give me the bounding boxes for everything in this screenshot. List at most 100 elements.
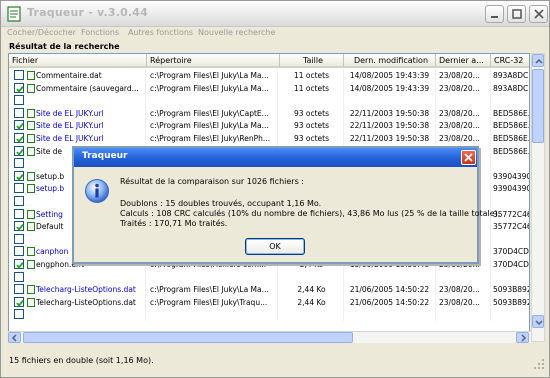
menu-autres-fonctions[interactable]: Autres fonctions [128, 28, 193, 37]
cell-modification: 14/08/2005 19:43:39 [344, 69, 436, 82]
info-icon [85, 179, 109, 203]
cell-crc32: 5093B892... [493, 283, 529, 296]
minimize-button[interactable] [485, 5, 504, 23]
cell-dernier-acces: 23/08/20... [439, 81, 491, 95]
scroll-right-button[interactable] [516, 332, 529, 343]
row-checkbox[interactable] [14, 120, 24, 131]
row-checkbox[interactable] [14, 133, 24, 143]
row-checkbox[interactable] [14, 145, 24, 156]
column-header-fichier[interactable]: Fichier [9, 54, 147, 68]
checkmark-icon [16, 135, 24, 143]
row-checkbox[interactable] [14, 95, 24, 106]
column-header-taille[interactable]: Taille [280, 54, 344, 68]
horizontal-scrollbar[interactable] [8, 331, 531, 343]
row-checkbox[interactable] [14, 70, 24, 80]
checkmark-icon [16, 173, 24, 181]
dialog-duplicates-text: Doublons : 15 doubles trouvés, occupant … [120, 199, 322, 208]
menu-nouvelle-recherche[interactable]: Nouvelle recherche [198, 28, 275, 37]
vertical-scrollbar[interactable] [531, 53, 545, 342]
file-icon [27, 209, 35, 219]
table-row[interactable]: Telecharg-ListeOptions.dat c:\Program Fil… [9, 295, 529, 309]
cell-modification [344, 94, 436, 108]
close-button[interactable] [529, 5, 548, 23]
cell-dernier-acces [439, 94, 491, 108]
table-row[interactable]: Site de EL JUKY.url c:\Program Files\El J… [9, 132, 530, 145]
cell-modification: 21/06/2005 14:50:22 [344, 283, 436, 297]
cell-repertoire: c:\Program Files\El Juky\RenPh... [150, 132, 278, 145]
row-checkbox[interactable] [14, 170, 24, 181]
cell-fichier: Site de EL JUKY.url [36, 132, 146, 145]
file-icon [27, 83, 35, 93]
cell-modification: 14/08/2005 19:43:39 [344, 81, 436, 95]
cell-crc32: 35772C46... [493, 220, 529, 233]
cell-taille: 11 octets [280, 81, 344, 95]
scroll-up-button[interactable] [532, 54, 544, 67]
cell-fichier: Commentaire.dat [36, 69, 146, 82]
table-row[interactable]: Commentaire (sauvegard... c:\Program File… [9, 81, 529, 95]
cell-crc32: BED586E... [493, 146, 530, 156]
row-checkbox[interactable] [14, 221, 24, 232]
checkmark-icon [16, 123, 24, 131]
table-row[interactable] [9, 308, 529, 322]
cell-crc32: BED586E... [493, 134, 530, 143]
row-checkbox[interactable] [14, 208, 24, 219]
resize-grip-icon[interactable] [532, 357, 546, 371]
file-icon [27, 247, 35, 257]
row-checkbox[interactable] [14, 284, 24, 295]
file-icon [27, 146, 35, 156]
column-header-dernier-acces[interactable]: Dernier a... [436, 54, 491, 68]
column-header-repertoire[interactable]: Répertoire [147, 54, 280, 68]
cell-repertoire: c:\Program Files\El Juky\Traqu... [150, 295, 278, 309]
column-header-crc32[interactable]: CRC-32 [491, 54, 529, 68]
cell-repertoire [150, 270, 278, 284]
main-window: Traqueur - v.3.0.44 Cocher/Décocher Fonc… [0, 0, 550, 378]
row-checkbox[interactable] [14, 196, 24, 206]
scroll-thumb[interactable] [532, 69, 544, 143]
scroll-left-button[interactable] [8, 332, 21, 343]
cell-taille: 2,44 Ko [280, 295, 344, 309]
cell-crc32: 9390439C... [493, 170, 529, 183]
cell-repertoire: c:\Program Files\El Juky\La Ma... [150, 119, 278, 133]
ok-button[interactable]: OK [245, 238, 305, 255]
table-row[interactable]: Telecharg-ListeOptions.dat c:\Program Fil… [9, 283, 529, 297]
cell-dernier-acces: 23/08/20... [439, 119, 491, 133]
horizontal-scroll-thumb[interactable] [23, 332, 353, 343]
column-header-modification[interactable]: Dern. modification [344, 54, 436, 68]
row-checkbox[interactable] [14, 82, 24, 93]
table-row[interactable]: Commentaire.dat c:\Program Files\El Juky\… [9, 69, 529, 82]
row-checkbox[interactable] [14, 183, 24, 194]
table-row[interactable]: Site de EL JUKY.url c:\Program Files\El J… [9, 119, 529, 133]
row-checkbox[interactable] [14, 259, 24, 269]
dialog-close-button[interactable] [461, 150, 476, 165]
row-checkbox[interactable] [14, 158, 24, 169]
cell-taille [280, 94, 344, 108]
maximize-button[interactable] [507, 5, 526, 23]
dialog-title-bar[interactable]: Traqueur [74, 148, 477, 167]
row-checkbox[interactable] [14, 309, 24, 320]
dialog-traites-text: Traités : 170,71 Mo traités. [120, 219, 228, 228]
table-row[interactable] [9, 94, 529, 108]
row-checkbox[interactable] [14, 233, 24, 244]
cell-dernier-acces [439, 270, 491, 284]
cell-crc32 [493, 308, 529, 321]
table-row[interactable] [9, 270, 529, 284]
table-row[interactable]: Site de EL JUKY.url c:\Program Files\El J… [9, 106, 529, 120]
cell-repertoire: c:\Program Files\El Juky\CaptE... [150, 106, 278, 120]
row-checkbox[interactable] [14, 296, 24, 307]
chevron-up-icon [535, 58, 543, 64]
cell-fichier: Telecharg-ListeOptions.dat [36, 283, 146, 297]
cell-dernier-acces: 23/08/20... [439, 295, 491, 309]
row-checkbox[interactable] [14, 271, 24, 282]
cell-taille: 93 octets [280, 106, 344, 120]
file-icon [27, 297, 35, 307]
scroll-down-button[interactable] [532, 315, 544, 328]
title-bar[interactable]: Traqueur - v.3.0.44 [1, 1, 549, 27]
menu-cocher[interactable]: Cocher/Décocher [7, 28, 76, 37]
chevron-down-icon [535, 320, 543, 326]
cell-repertoire [150, 308, 278, 322]
close-icon [464, 153, 473, 162]
row-checkbox[interactable] [14, 246, 24, 257]
row-checkbox[interactable] [14, 107, 24, 118]
file-icon [27, 108, 35, 118]
menu-fonctions[interactable]: Fonctions [81, 28, 119, 37]
